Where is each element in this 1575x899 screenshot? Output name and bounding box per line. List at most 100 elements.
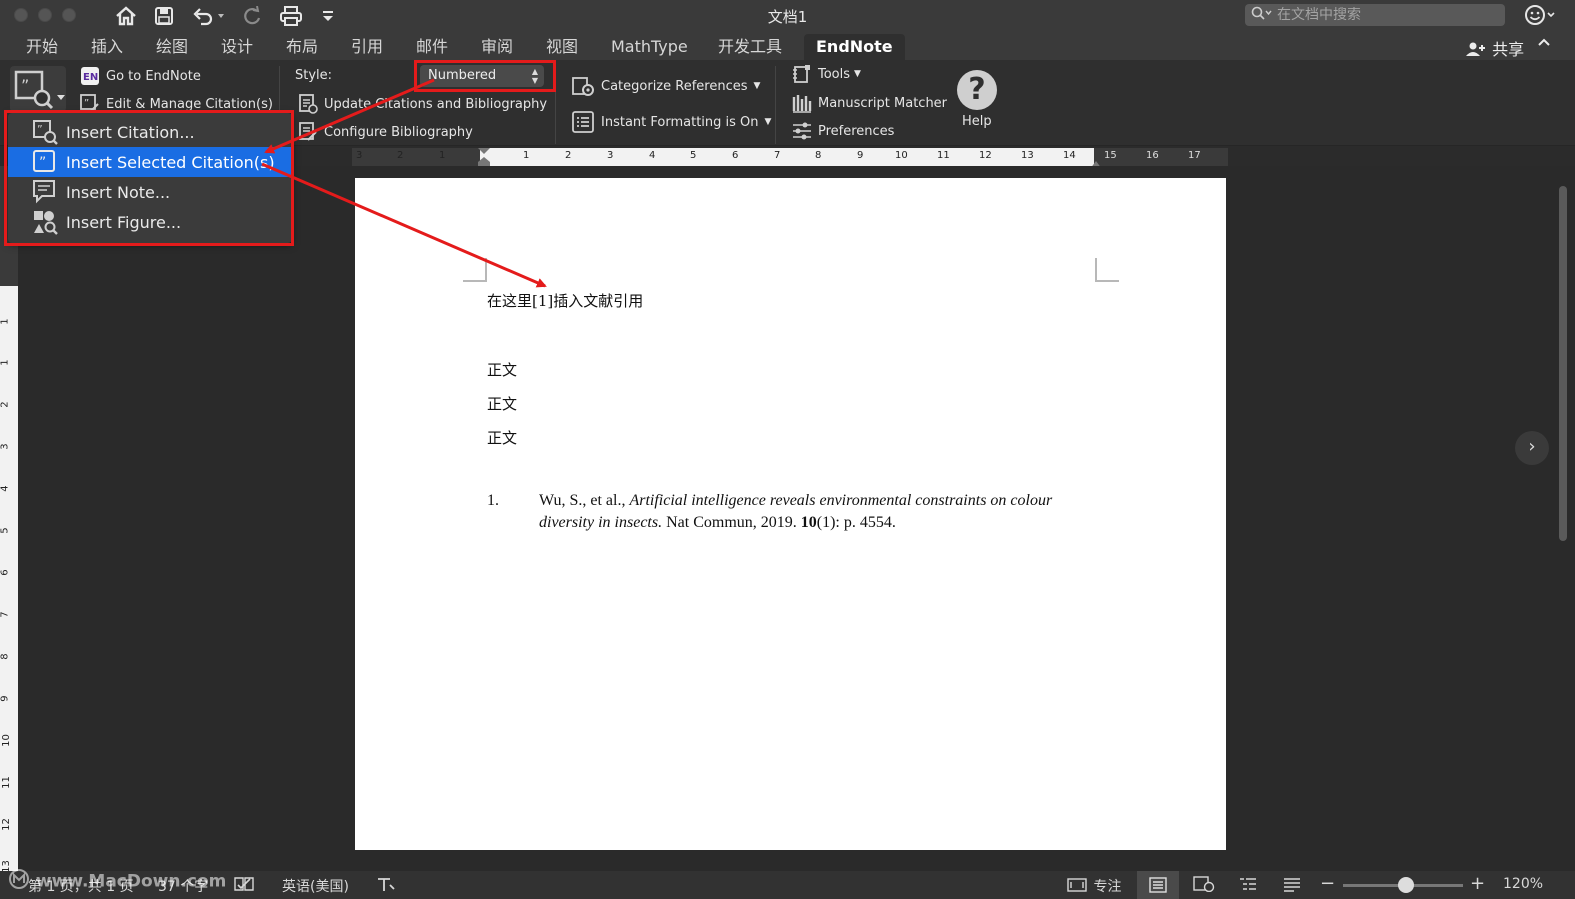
search-box[interactable] <box>1245 4 1505 26</box>
print-layout-view-icon[interactable] <box>1137 871 1179 899</box>
tab-draw[interactable]: 绘图 <box>156 36 188 60</box>
insert-citation-split-button[interactable]: ” <box>10 66 66 112</box>
print-icon[interactable] <box>278 4 304 28</box>
ruler-tick: 8 <box>0 653 11 660</box>
go-to-endnote-button[interactable]: EN Go to EndNote <box>80 66 201 86</box>
ruler-tick: 2 <box>0 401 11 408</box>
tab-layout[interactable]: 布局 <box>286 36 318 60</box>
configure-bibliography-label: Configure Bibliography <box>324 124 473 140</box>
watermark: www.MacDown.com <box>8 868 226 895</box>
tab-review[interactable]: 审阅 <box>481 36 513 60</box>
tab-view[interactable]: 视图 <box>546 36 578 60</box>
help-icon[interactable]: ? <box>957 70 997 110</box>
reference-volume: 10 <box>800 514 817 531</box>
menu-highlight-box <box>4 110 294 246</box>
bibliography-entry-line1[interactable]: Wu, S., et al., Artificial intelligence … <box>539 492 1052 510</box>
scrollbar-thumb[interactable] <box>1559 186 1567 541</box>
redo-icon[interactable] <box>240 4 264 28</box>
zoom-out-button[interactable]: − <box>1320 873 1335 894</box>
save-icon[interactable] <box>152 4 176 28</box>
language-indicator[interactable]: 英语(美国) <box>282 876 349 896</box>
next-page-chevron-icon[interactable]: › <box>1515 431 1549 465</box>
zoom-window-button[interactable] <box>62 8 76 22</box>
svg-text:”: ” <box>84 98 89 109</box>
track-changes-icon[interactable] <box>376 876 396 896</box>
manuscript-matcher-button[interactable]: Manuscript Matcher <box>792 93 947 113</box>
watermark-text: www.MacDown.com <box>35 871 227 892</box>
horizontal-ruler[interactable]: 3 2 1 1 2 3 4 5 6 7 8 9 10 11 12 13 14 1… <box>352 148 1228 169</box>
home-icon[interactable] <box>113 4 139 28</box>
ruler-tick: 9 <box>857 150 864 161</box>
tab-mathtype[interactable]: MathType <box>611 36 688 60</box>
configure-document-icon <box>298 122 318 142</box>
tab-mailings[interactable]: 邮件 <box>416 36 448 60</box>
dropdown-arrow-icon <box>57 86 65 105</box>
share-button[interactable]: 共享 <box>1465 36 1524 61</box>
ruler-tick: 1 <box>0 318 11 325</box>
ruler-tick: 5 <box>0 527 11 534</box>
endnote-logo-icon: EN <box>80 66 100 86</box>
tab-developer[interactable]: 开发工具 <box>718 36 782 60</box>
help-button-label[interactable]: Help <box>962 114 992 129</box>
focus-mode-button[interactable]: 专注 <box>1067 876 1121 897</box>
close-window-button[interactable] <box>14 8 28 22</box>
feedback-smiley-icon[interactable] <box>1524 4 1558 31</box>
minimize-window-button[interactable] <box>38 8 52 22</box>
ruler-tick: 1 <box>439 150 446 161</box>
instant-formatting-button[interactable]: Instant Formatting is On ▼ <box>571 110 771 134</box>
ribbon-tabs: 开始 插入 绘图 设计 布局 引用 邮件 审阅 视图 MathType 开发工具… <box>0 32 1575 60</box>
web-layout-view-icon[interactable] <box>1193 876 1215 896</box>
citation-line[interactable]: 在这里[1]插入文献引用 <box>487 290 643 311</box>
ruler-tick: 10 <box>895 150 908 161</box>
reference-authors: Wu, S., et al., <box>539 492 630 509</box>
tab-home[interactable]: 开始 <box>26 36 58 60</box>
ruler-tick: 9 <box>0 695 11 702</box>
outline-view-icon[interactable] <box>1238 876 1258 896</box>
status-bar: 第 1 页，共 1 页 37 个字 英语(美国) 专注 − + 120% <box>0 871 1575 899</box>
undo-icon[interactable] <box>190 4 226 28</box>
ruler-tick: 3 <box>356 150 363 161</box>
update-document-icon <box>298 94 318 114</box>
ruler-tick: 5 <box>690 150 697 161</box>
ruler-tick: 6 <box>0 569 11 576</box>
body-paragraph[interactable]: 正文 <box>487 359 517 380</box>
body-paragraph[interactable]: 正文 <box>487 393 517 414</box>
svg-text:EN: EN <box>83 72 98 83</box>
customize-toolbar-icon[interactable] <box>318 4 338 28</box>
zoom-slider-knob[interactable] <box>1398 877 1414 893</box>
tab-references[interactable]: 引用 <box>351 36 383 60</box>
style-highlight-box <box>414 60 556 92</box>
tools-label: Tools <box>818 66 851 82</box>
ruler-tick: 7 <box>0 611 11 618</box>
ruler-tick: 1 <box>523 150 530 161</box>
add-person-icon <box>1465 41 1487 61</box>
tab-insert[interactable]: 插入 <box>91 36 123 60</box>
zoom-in-button[interactable]: + <box>1470 873 1485 894</box>
ruler-tick: 15 <box>1104 150 1117 161</box>
vertical-ruler[interactable]: 1 1 2 3 4 5 6 7 8 9 10 11 12 13 <box>0 166 18 873</box>
ruler-tick: 8 <box>815 150 822 161</box>
manuscript-matcher-icon <box>792 93 812 113</box>
ruler-tick: 17 <box>1188 150 1201 161</box>
search-input[interactable] <box>1277 7 1487 23</box>
ruler-tick: 11 <box>937 150 950 161</box>
body-paragraph[interactable]: 正文 <box>487 427 517 448</box>
tab-design[interactable]: 设计 <box>221 36 253 60</box>
ruler-tick: 3 <box>607 150 614 161</box>
tab-endnote[interactable]: EndNote <box>804 34 905 60</box>
update-citations-button[interactable]: Update Citations and Bibliography <box>298 94 547 114</box>
proofing-icon[interactable] <box>234 876 254 896</box>
collapse-ribbon-icon[interactable] <box>1537 36 1551 52</box>
ruler-tick: 4 <box>0 485 11 492</box>
draft-view-icon[interactable] <box>1282 876 1302 896</box>
preferences-button[interactable]: Preferences <box>792 121 894 141</box>
document-page[interactable]: 在这里[1]插入文献引用 正文 正文 正文 1. Wu, S., et al.,… <box>355 178 1226 850</box>
tools-menu-button[interactable]: Tools ▼ <box>792 64 861 84</box>
bibliography-entry-line2[interactable]: diversity in insects. Nat Commun, 2019. … <box>539 514 896 532</box>
ruler-tick: 12 <box>0 818 12 831</box>
configure-bibliography-button[interactable]: Configure Bibliography <box>298 122 473 142</box>
categorize-references-button[interactable]: Categorize References ▼ <box>571 74 760 98</box>
zoom-level[interactable]: 120% <box>1503 876 1543 892</box>
ruler-tick: 6 <box>732 150 739 161</box>
ruler-tick: 10 <box>0 734 12 747</box>
